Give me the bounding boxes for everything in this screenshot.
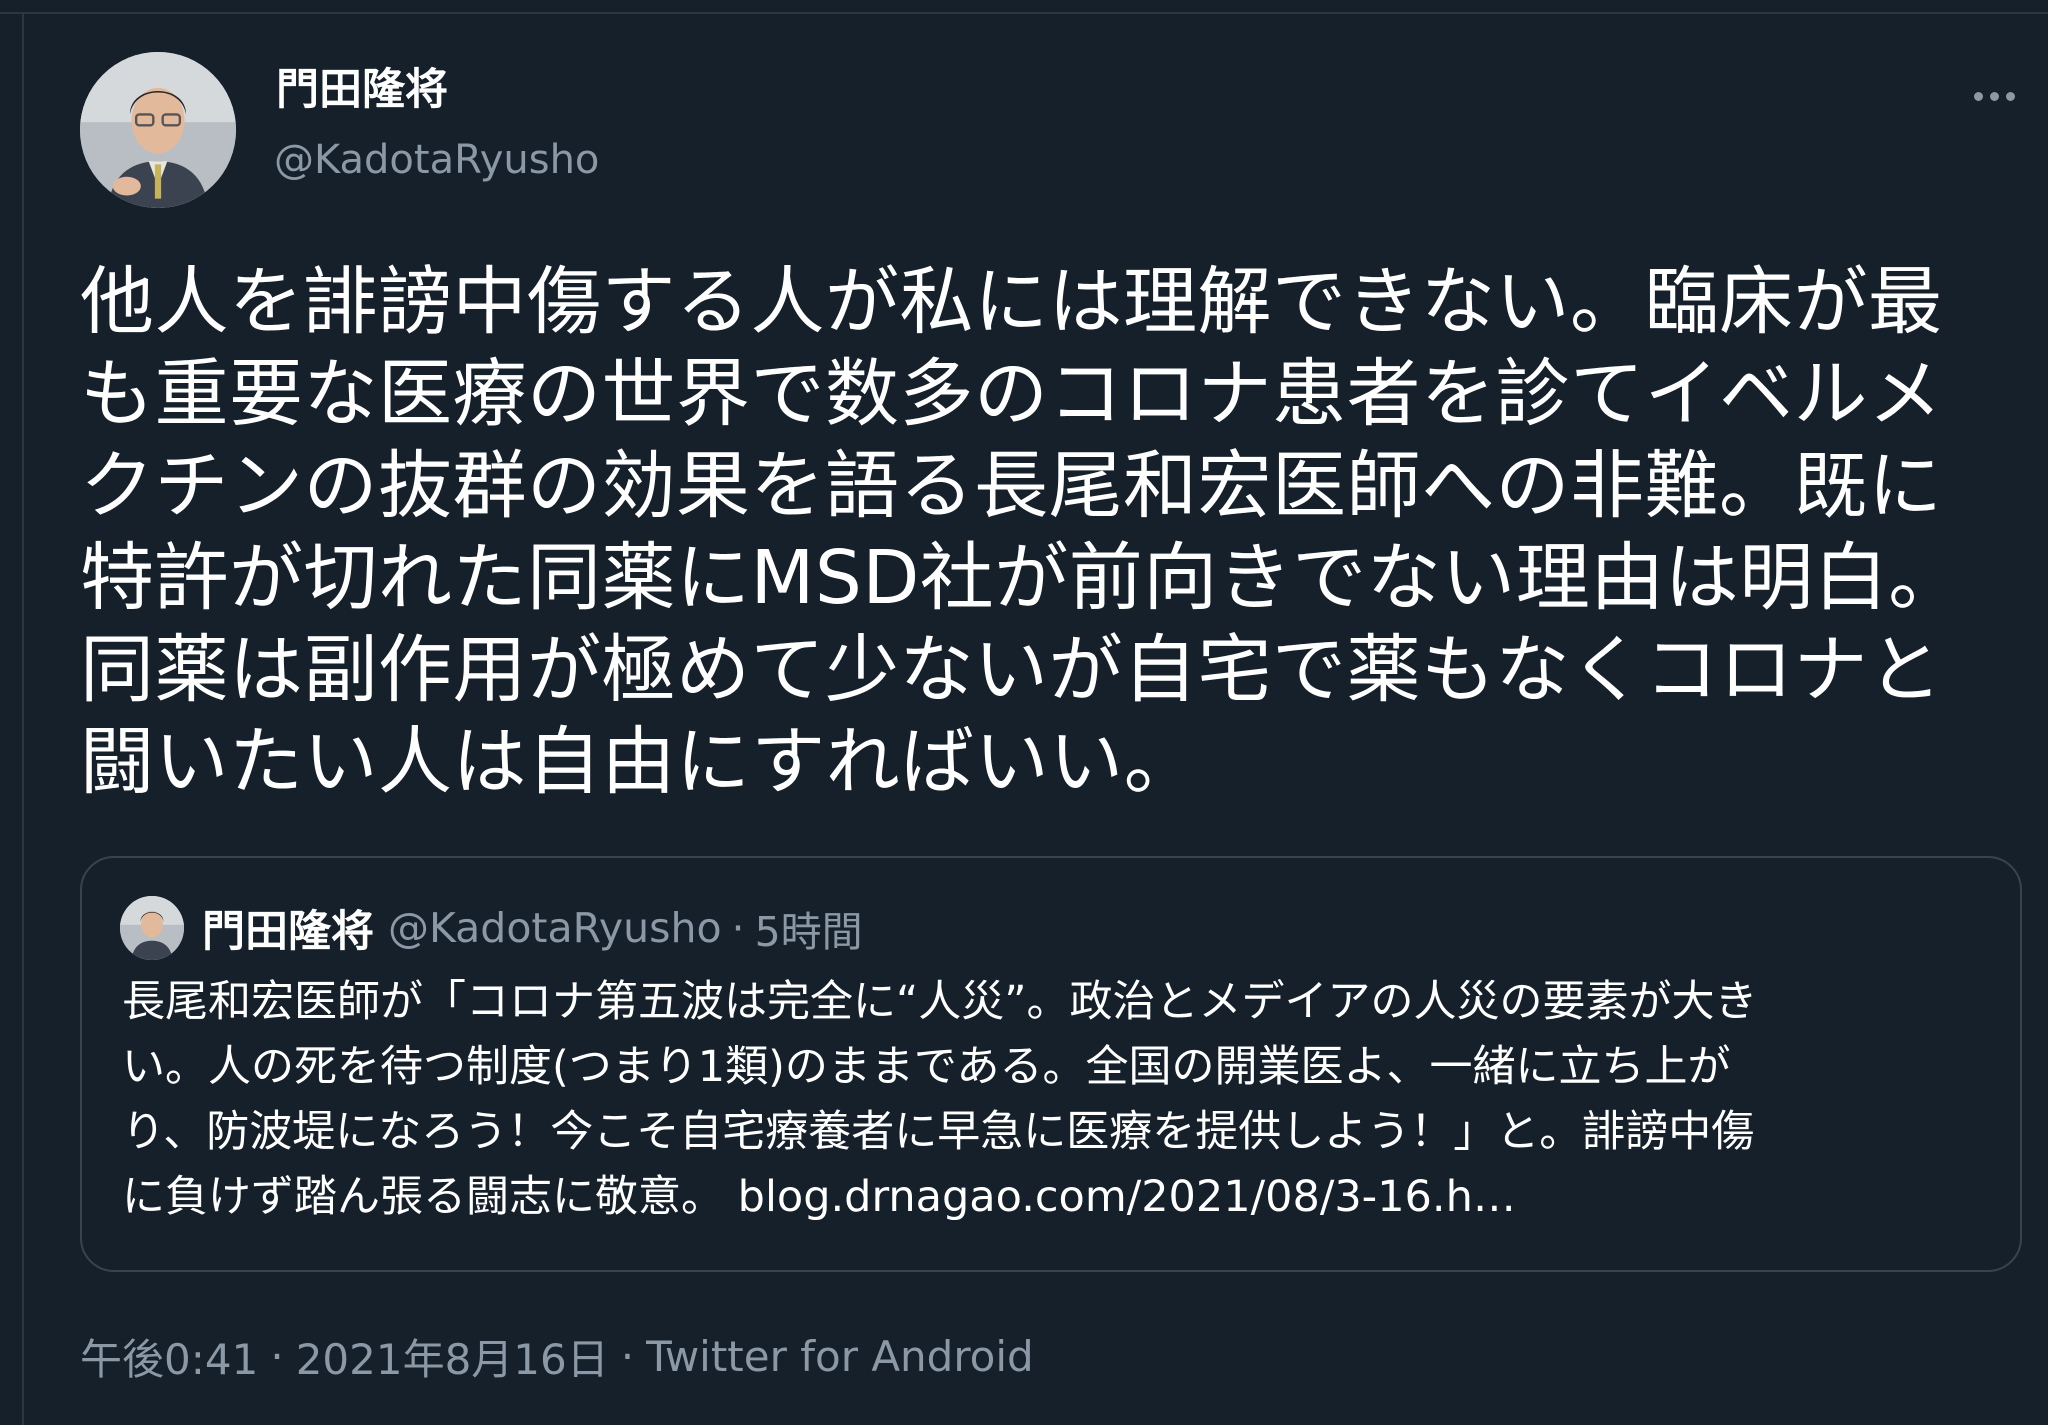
quoted-tweet-card[interactable]: 門田隆将 @KadotaRyusho · 5時間 長尾和宏医師が「コロナ第五波は… [80,856,2022,1272]
quoted-author-handle: @KadotaRyusho [388,904,722,952]
author-avatar[interactable] [80,52,236,208]
tweet-source[interactable]: Twitter for Android [646,1332,1034,1381]
author-display-name[interactable]: 門田隆将 [276,62,448,118]
quoted-tweet-text: 長尾和宏医師が「コロナ第五波は完全に“人災”。政治とメデイアの人災の要素が大き … [122,970,2002,1230]
more-dot [1989,91,1999,101]
left-divider [22,14,24,1425]
avatar-photo-icon [80,52,236,208]
meta-separator: · [270,1331,284,1381]
more-dot [1973,91,1983,101]
tweet-detail-view: 門田隆将 @KadotaRyusho 他人を誹謗中傷する人が私には理解できない。… [0,0,2048,1425]
quoted-author-display-name: 門田隆将 [202,907,374,957]
quoted-timestamp: 5時間 [754,908,863,956]
quoted-tweet-header: 門田隆将 @KadotaRyusho · 5時間 [202,896,863,960]
meta-separator: · [620,1331,635,1381]
tweet-time[interactable]: 午後0:41 [80,1326,258,1387]
tweet-body-text: 他人を誹謗中傷する人が私には理解できない。臨床が最 も重要な医療の世界で数多のコ… [80,259,1963,805]
author-handle[interactable]: @KadotaRyusho [274,134,599,186]
more-dot [2005,91,2015,101]
avatar-photo-icon [120,896,184,960]
top-divider [0,0,2048,14]
more-options-icon[interactable] [1964,76,2024,116]
tweet-date[interactable]: 2021年8月16日 [296,1326,609,1387]
quoted-link[interactable]: blog.drnagao.com/2021/08/3-16.h… [738,1172,1516,1222]
tweet-metadata: 午後0:41 · 2021年8月16日 · Twitter for Androi… [80,1324,1034,1388]
quoted-separator: · [731,904,745,952]
quoted-author-avatar [120,896,184,960]
